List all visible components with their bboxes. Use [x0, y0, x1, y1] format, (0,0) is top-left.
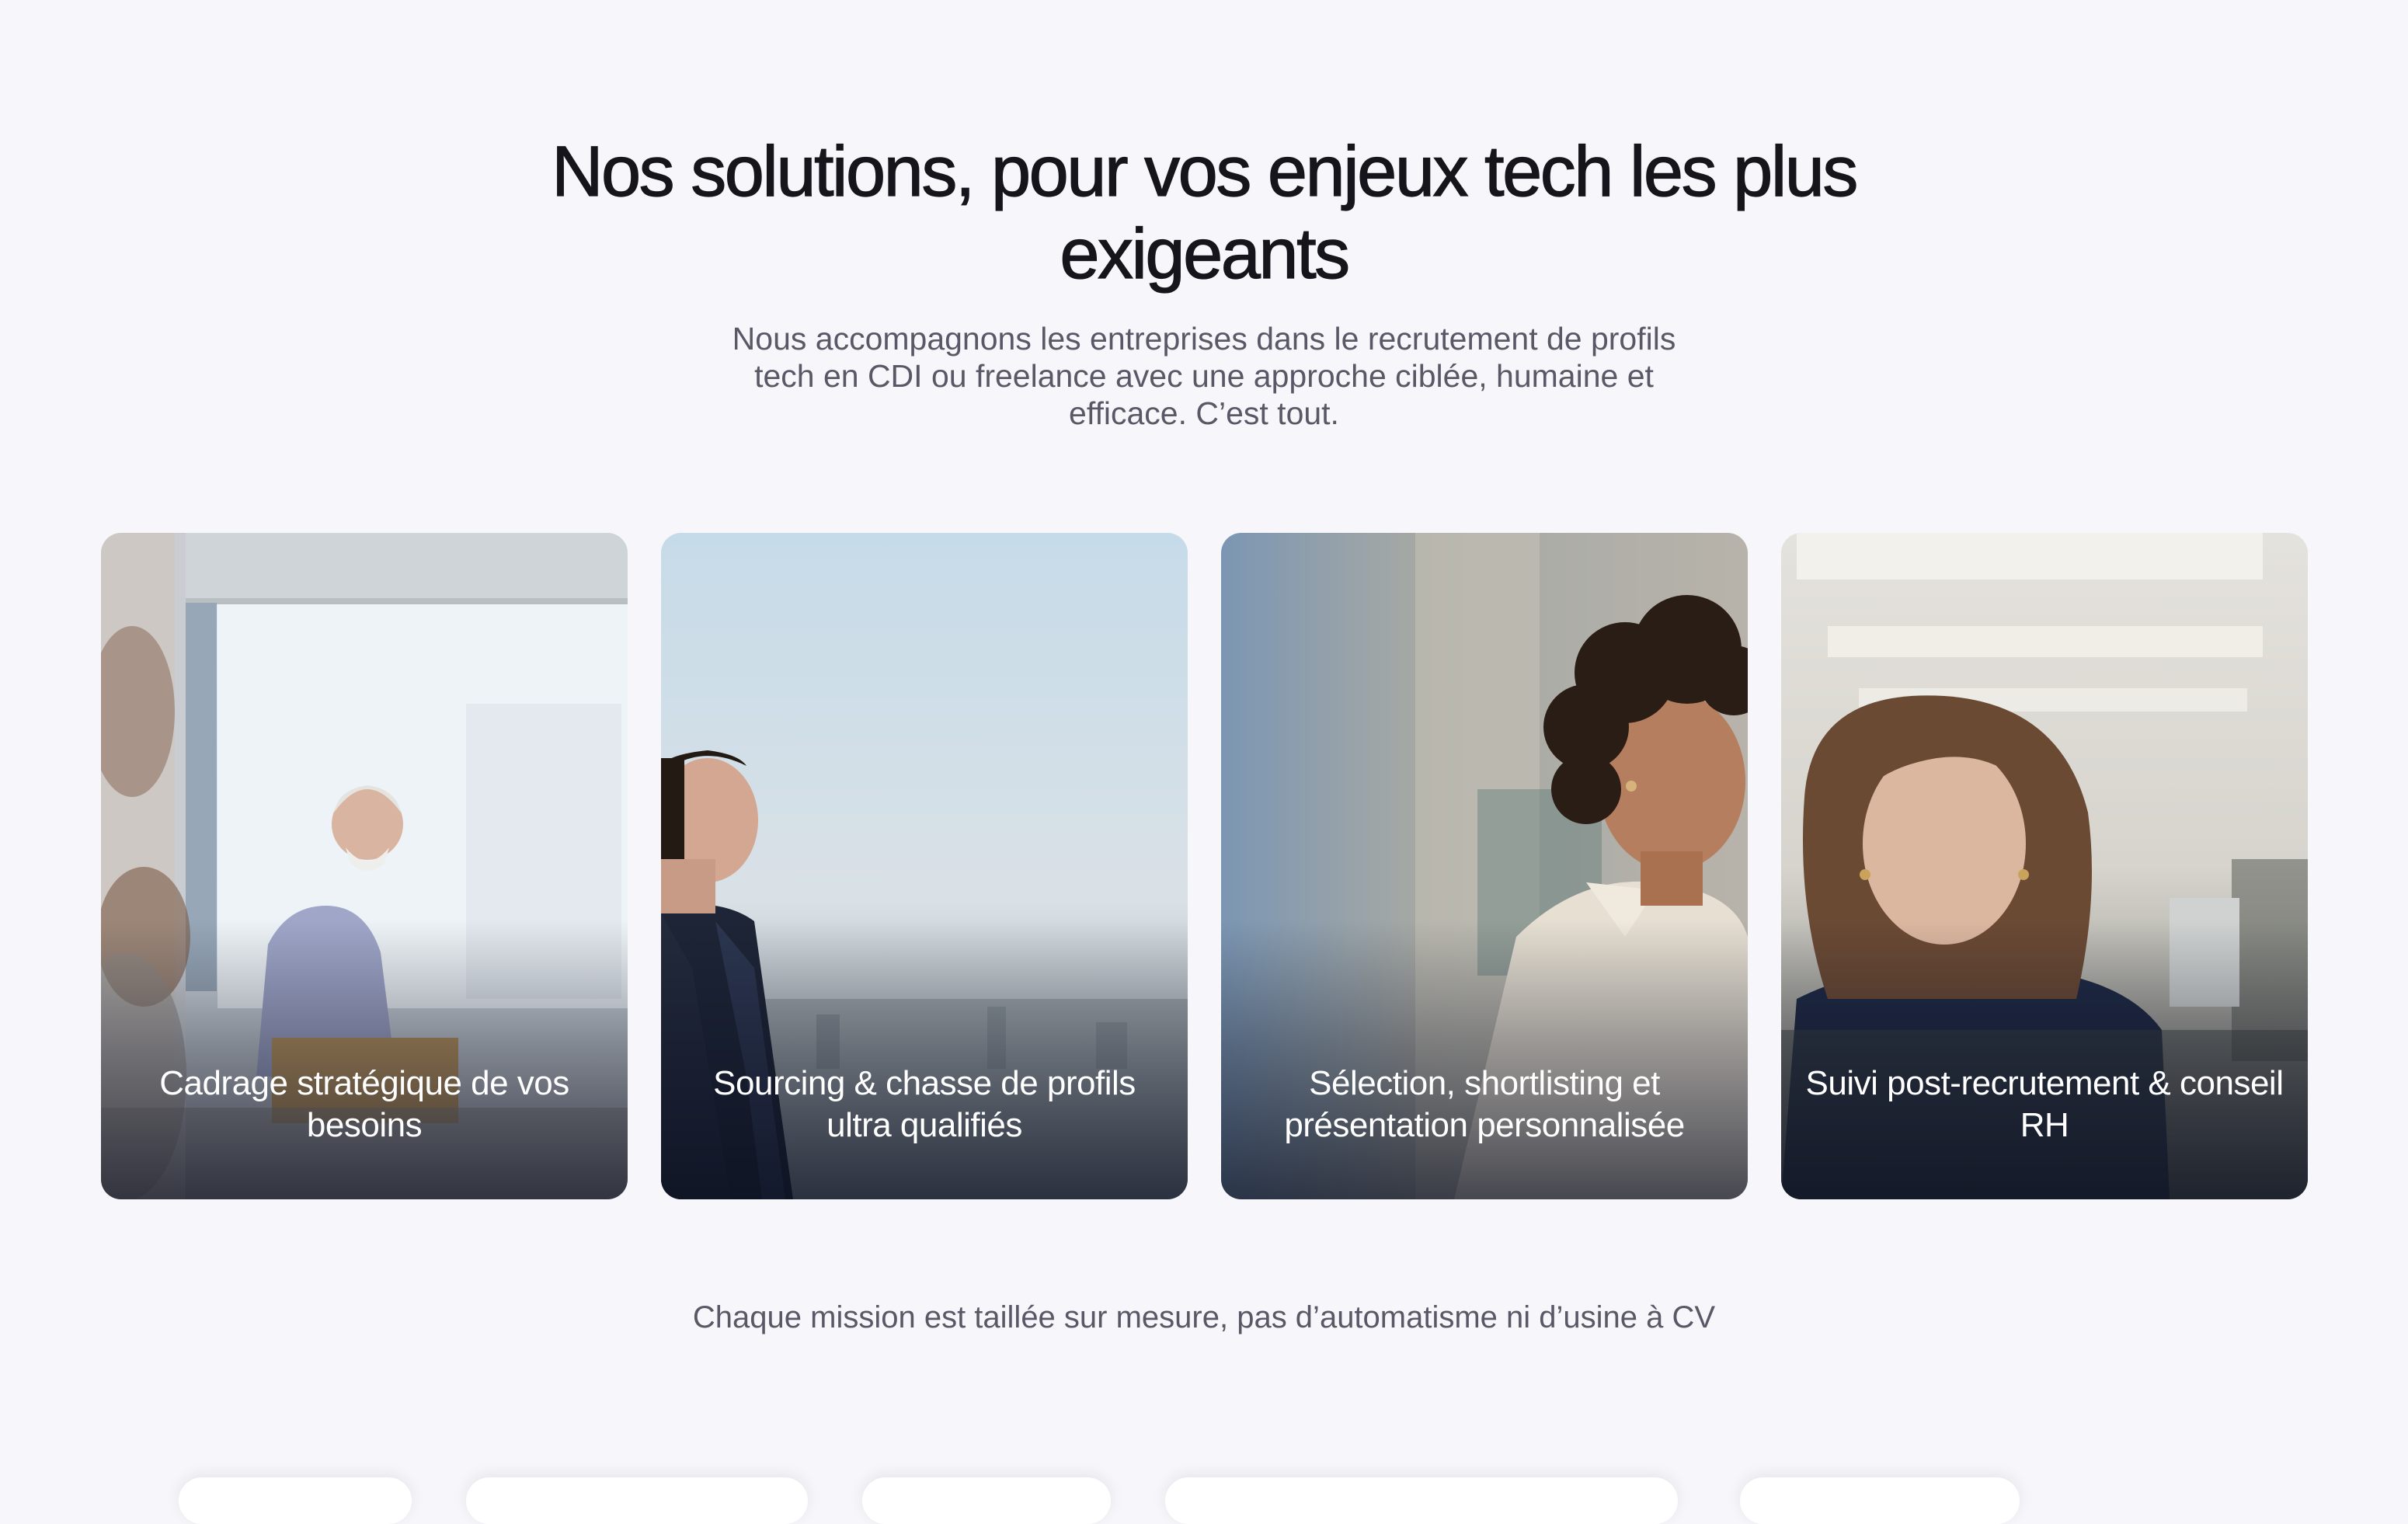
solution-card-selection[interactable]: Sélection, shortlisting et présentation …: [1221, 533, 1748, 1199]
solutions-section: Nos solutions, pour vos enjeux tech les …: [0, 0, 2408, 1524]
section-title: Nos solutions, pour vos enjeux tech les …: [551, 131, 1859, 294]
solution-card-suivi[interactable]: Suivi post-recrutement & conseil RH: [1781, 533, 2308, 1199]
preview-pill: [862, 1477, 1111, 1524]
card-label: Sourcing & chasse de profils ultra quali…: [713, 1064, 1136, 1144]
preview-pill: [179, 1477, 412, 1524]
solution-card-cadrage[interactable]: Cadrage stratégique de vos besoins: [101, 533, 628, 1199]
preview-pill: [1165, 1477, 1678, 1524]
preview-pill: [466, 1477, 808, 1524]
card-label: Suivi post-recrutement & conseil RH: [1805, 1064, 2284, 1144]
solution-card-sourcing[interactable]: Sourcing & chasse de profils ultra quali…: [661, 533, 1188, 1199]
solution-cards: Cadrage stratégique de vos besoins Sourc…: [101, 533, 2309, 1199]
next-section-preview: [0, 1460, 2408, 1524]
card-label: Cadrage stratégique de vos besoins: [159, 1064, 569, 1144]
section-footnote: Chaque mission est taillée sur mesure, p…: [692, 1300, 1716, 1334]
preview-pill: [1740, 1477, 2020, 1524]
card-label: Sélection, shortlisting et présentation …: [1284, 1064, 1685, 1144]
section-subtitle: Nous accompagnons les entreprises dans l…: [732, 321, 1676, 431]
